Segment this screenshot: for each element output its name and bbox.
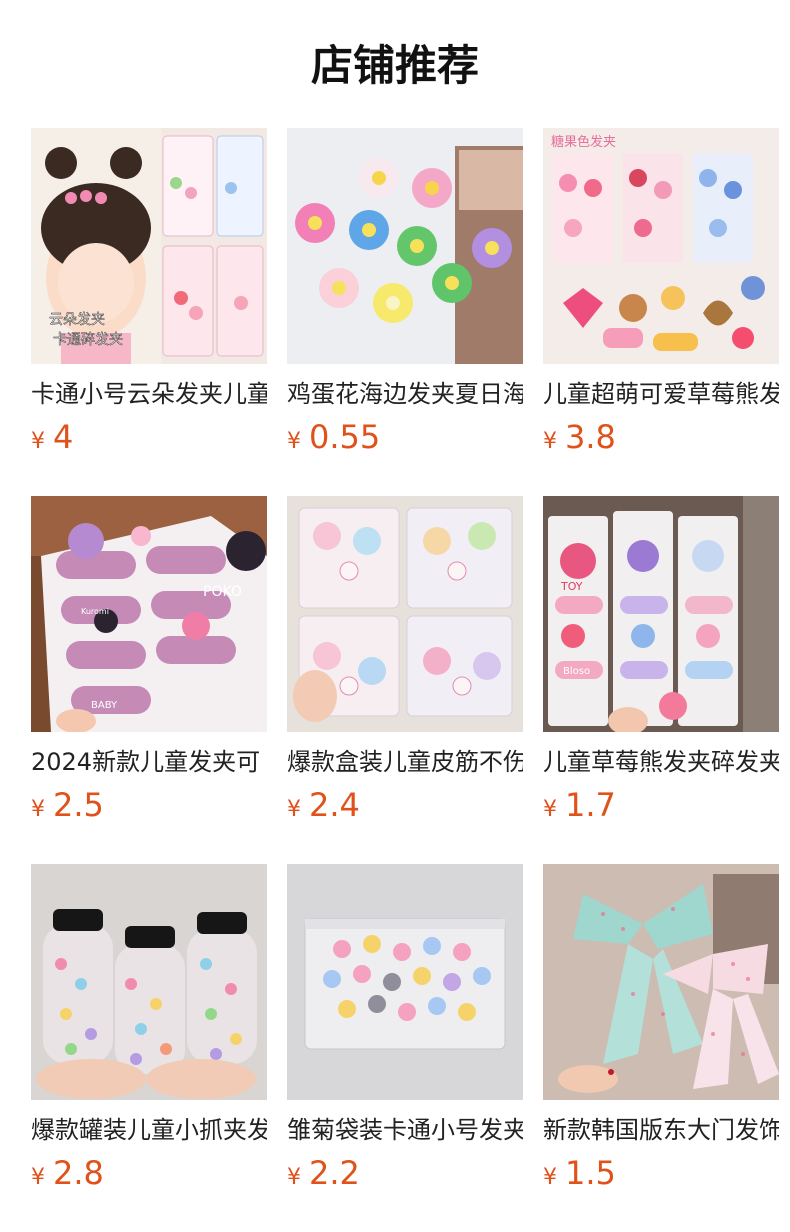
currency-symbol: ¥ — [543, 429, 557, 454]
product-name[interactable]: 爆款罐装儿童小抓夹发 — [31, 1114, 267, 1146]
product-card[interactable]: 雏菊袋装卡通小号发夹 ¥2.2 — [287, 864, 523, 1204]
price-value: 1.7 — [565, 786, 616, 824]
product-card[interactable]: POKO Kuromi BABY 2024新款儿童发夹可 ¥2.5 — [31, 496, 267, 836]
product-name[interactable]: 鸡蛋花海边发夹夏日海 — [287, 378, 523, 410]
currency-symbol: ¥ — [287, 797, 301, 822]
currency-symbol: ¥ — [543, 1165, 557, 1190]
product-name[interactable]: 儿童超萌可爱草莓熊发 — [543, 378, 779, 410]
product-price: ¥2.2 — [287, 1151, 523, 1201]
product-card[interactable]: 爆款罐装儿童小抓夹发 ¥2.8 — [31, 864, 267, 1204]
currency-symbol: ¥ — [31, 1165, 45, 1190]
product-image[interactable]: 糖果色发夹 — [543, 128, 779, 364]
product-card[interactable]: 鸡蛋花海边发夹夏日海 ¥0.55 — [287, 128, 523, 468]
product-name[interactable]: 儿童草莓熊发夹碎发夹 — [543, 746, 779, 778]
product-image[interactable] — [287, 128, 523, 364]
page-title: 店铺推荐 — [310, 41, 479, 90]
product-card[interactable]: TOY Bloso 儿童草莓熊发夹碎发夹 ¥1.7 — [543, 496, 779, 836]
product-image[interactable] — [287, 864, 523, 1100]
product-price: ¥2.8 — [31, 1151, 267, 1201]
product-price: ¥1.5 — [543, 1151, 779, 1201]
product-card[interactable]: 新款韩国版东大门发饰 ¥1.5 — [543, 864, 779, 1204]
price-value: 2.2 — [309, 1154, 360, 1192]
price-value: 0.55 — [309, 418, 381, 456]
product-image[interactable] — [543, 864, 779, 1100]
product-price: ¥0.55 — [287, 415, 523, 465]
product-card[interactable]: 爆款盒装儿童皮筋不伤 ¥2.4 — [287, 496, 523, 836]
product-image[interactable]: POKO Kuromi BABY — [31, 496, 267, 732]
product-name[interactable]: 卡通小号云朵发夹儿童 — [31, 378, 267, 410]
image-caption: POKO — [203, 584, 242, 600]
product-card[interactable]: 糖果色发夹 儿童超萌可爱草莓熊发 ¥3.8 — [543, 128, 779, 468]
product-price: ¥4 — [31, 415, 267, 465]
image-caption-2: 卡通碎发夹 — [53, 332, 123, 348]
currency-symbol: ¥ — [287, 429, 301, 454]
product-name[interactable]: 爆款盒装儿童皮筋不伤 — [287, 746, 523, 778]
price-value: 4 — [53, 418, 74, 456]
image-caption: Bloso — [563, 666, 590, 677]
product-image[interactable]: TOY Bloso — [543, 496, 779, 732]
product-price: ¥1.7 — [543, 783, 779, 833]
currency-symbol: ¥ — [31, 429, 45, 454]
product-image[interactable] — [31, 864, 267, 1100]
product-name[interactable]: 2024新款儿童发夹可 — [31, 746, 267, 778]
product-price: ¥3.8 — [543, 415, 779, 465]
image-caption: Kuromi — [81, 607, 109, 616]
product-name[interactable]: 新款韩国版东大门发饰 — [543, 1114, 779, 1146]
image-caption: BABY — [91, 700, 118, 711]
currency-symbol: ¥ — [31, 797, 45, 822]
price-value: 2.4 — [309, 786, 360, 824]
currency-symbol: ¥ — [543, 797, 557, 822]
product-name[interactable]: 雏菊袋装卡通小号发夹 — [287, 1114, 523, 1146]
product-price: ¥2.5 — [31, 783, 267, 833]
product-image[interactable]: 云朵发夹 卡通碎发夹 — [31, 128, 267, 364]
product-price: ¥2.4 — [287, 783, 523, 833]
product-image[interactable] — [287, 496, 523, 732]
product-card[interactable]: 云朵发夹 卡通碎发夹 卡通小号云朵发夹儿童 ¥4 — [31, 128, 267, 468]
price-value: 2.5 — [53, 786, 104, 824]
price-value: 2.8 — [53, 1154, 104, 1192]
image-caption: TOY — [560, 580, 583, 593]
image-caption: 糖果色发夹 — [551, 134, 616, 150]
currency-symbol: ¥ — [287, 1165, 301, 1190]
image-caption-1: 云朵发夹 — [49, 312, 105, 328]
price-value: 1.5 — [565, 1154, 616, 1192]
price-value: 3.8 — [565, 418, 616, 456]
